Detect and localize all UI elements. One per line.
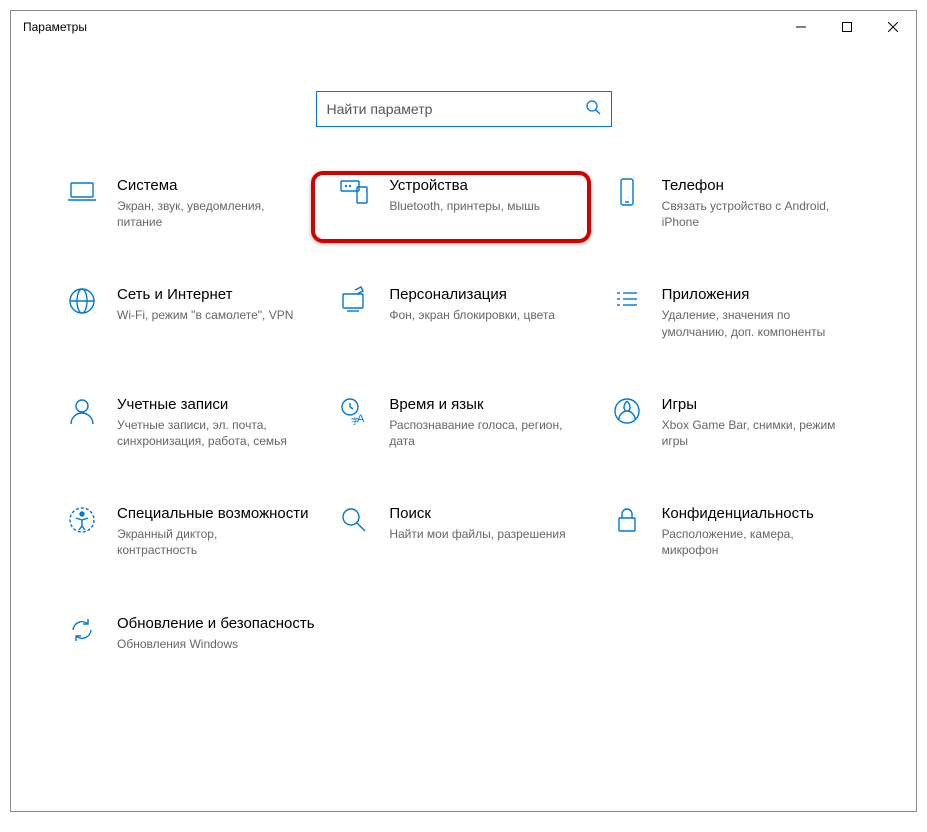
tile-title: Устройства (389, 177, 540, 194)
tile-subtitle: Удаление, значения по умолчанию, доп. ко… (662, 307, 842, 339)
settings-window: Параметры Система (10, 10, 917, 812)
search-input[interactable] (327, 101, 585, 117)
tile-accessibility[interactable]: Специальные возможности Экранный диктор,… (65, 503, 317, 558)
tile-title: Персонализация (389, 286, 555, 303)
search-icon (585, 99, 601, 120)
tile-subtitle: Найти мои файлы, разрешения (389, 526, 565, 542)
tile-system[interactable]: Система Экран, звук, уведомления, питани… (65, 175, 317, 230)
minimize-icon (796, 22, 806, 32)
tile-title: Приложения (662, 286, 842, 303)
tile-network[interactable]: Сеть и Интернет Wi-Fi, режим "в самолете… (65, 284, 317, 339)
search-box[interactable] (316, 91, 612, 127)
tile-title: Поиск (389, 505, 565, 522)
tile-subtitle: Экранный диктор, контрастность (117, 526, 297, 558)
person-icon (65, 394, 99, 428)
apps-icon (610, 284, 644, 318)
titlebar: Параметры (11, 11, 916, 43)
tile-accounts[interactable]: Учетные записи Учетные записи, эл. почта… (65, 394, 317, 449)
tile-subtitle: Экран, звук, уведомления, питание (117, 198, 297, 230)
tile-subtitle: Bluetooth, принтеры, мышь (389, 198, 540, 214)
tile-personalization[interactable]: Персонализация Фон, экран блокировки, цв… (337, 284, 589, 339)
laptop-icon (65, 175, 99, 209)
phone-icon (610, 175, 644, 209)
accessibility-icon (65, 503, 99, 537)
minimize-button[interactable] (778, 11, 824, 43)
tile-gaming[interactable]: Игры Xbox Game Bar, снимки, режим игры (610, 394, 862, 449)
tile-title: Обновление и безопасность (117, 615, 315, 632)
tile-subtitle: Xbox Game Bar, снимки, режим игры (662, 417, 842, 449)
maximize-button[interactable] (824, 11, 870, 43)
tile-title: Время и язык (389, 396, 569, 413)
tile-search[interactable]: Поиск Найти мои файлы, разрешения (337, 503, 589, 558)
tile-subtitle: Расположение, камера, микрофон (662, 526, 842, 558)
tile-title: Система (117, 177, 297, 194)
tile-privacy[interactable]: Конфиденциальность Расположение, камера,… (610, 503, 862, 558)
tile-title: Сеть и Интернет (117, 286, 293, 303)
tile-subtitle: Связать устройство с Android, iPhone (662, 198, 842, 230)
magnifier-icon (337, 503, 371, 537)
close-button[interactable] (870, 11, 916, 43)
tile-subtitle: Wi-Fi, режим "в самолете", VPN (117, 307, 293, 323)
tile-subtitle: Учетные записи, эл. почта, синхронизация… (117, 417, 297, 449)
maximize-icon (842, 22, 852, 32)
window-controls (778, 11, 916, 43)
search-container (11, 91, 916, 127)
tile-title: Специальные возможности (117, 505, 309, 522)
tile-subtitle: Обновления Windows (117, 636, 297, 652)
devices-icon (337, 175, 371, 209)
tile-subtitle: Фон, экран блокировки, цвета (389, 307, 555, 323)
close-icon (888, 22, 898, 32)
tile-title: Конфиденциальность (662, 505, 842, 522)
personalization-icon (337, 284, 371, 318)
update-icon (65, 613, 99, 647)
tile-title: Учетные записи (117, 396, 297, 413)
tile-apps[interactable]: Приложения Удаление, значения по умолчан… (610, 284, 862, 339)
tile-update-security[interactable]: Обновление и безопасность Обновления Win… (65, 613, 317, 652)
tile-title: Телефон (662, 177, 842, 194)
svg-text:字: 字 (351, 416, 359, 426)
lock-icon (610, 503, 644, 537)
time-language-icon: A字 (337, 394, 371, 428)
globe-icon (65, 284, 99, 318)
tile-devices[interactable]: Устройства Bluetooth, принтеры, мышь (337, 175, 589, 230)
window-title: Параметры (23, 20, 778, 34)
tile-time-language[interactable]: A字 Время и язык Распознавание голоса, ре… (337, 394, 589, 449)
tile-phone[interactable]: Телефон Связать устройство с Android, iP… (610, 175, 862, 230)
gaming-icon (610, 394, 644, 428)
settings-grid: Система Экран, звук, уведомления, питани… (11, 127, 916, 652)
tile-title: Игры (662, 396, 842, 413)
tile-subtitle: Распознавание голоса, регион, дата (389, 417, 569, 449)
